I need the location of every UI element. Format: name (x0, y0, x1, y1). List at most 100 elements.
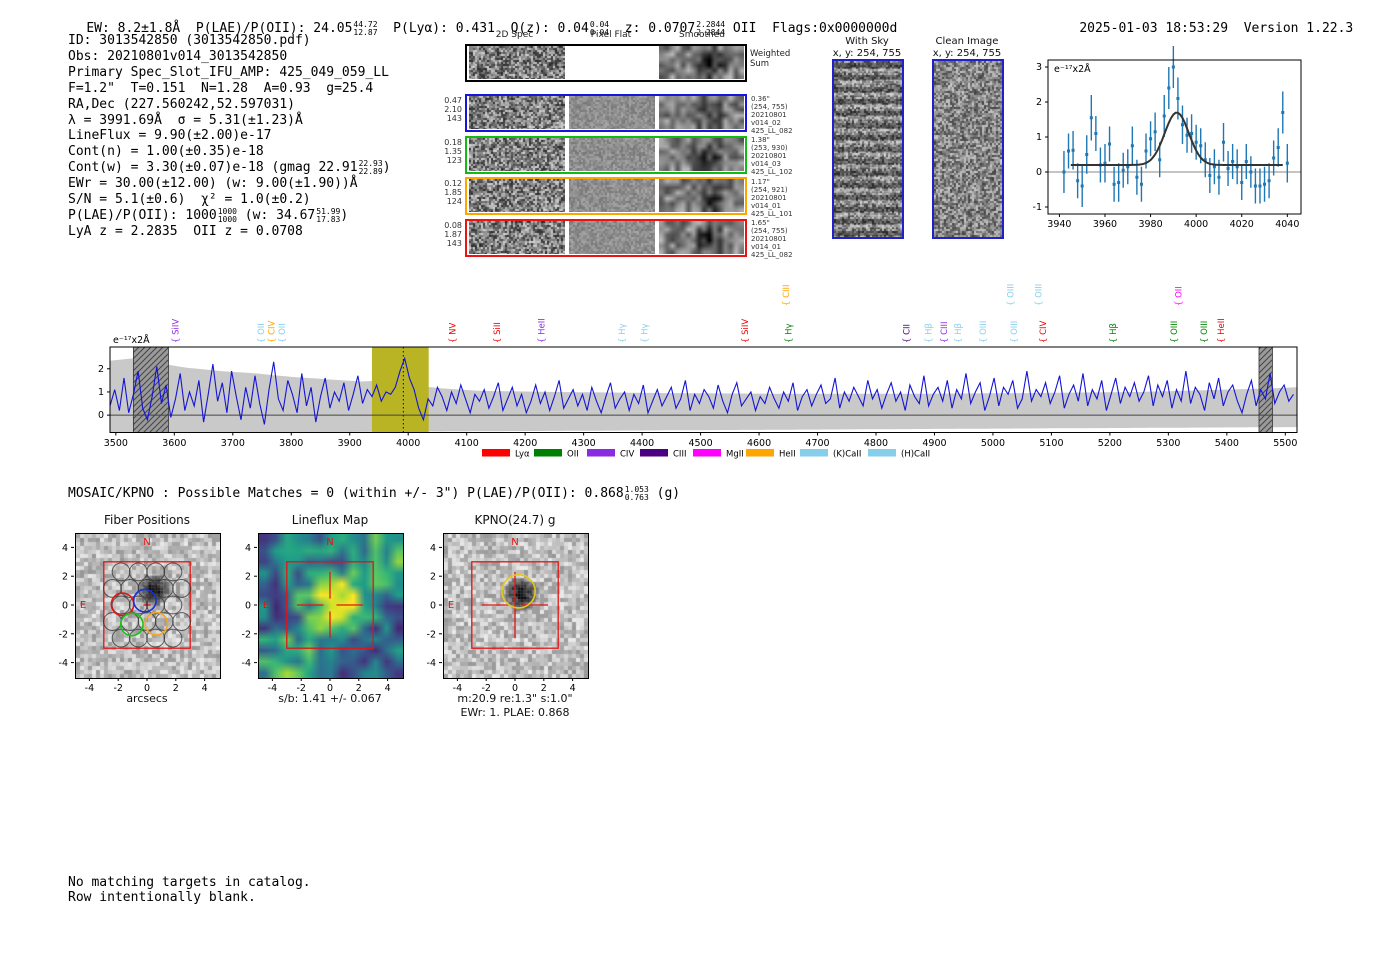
info-line: S/N = 5.1(±0.6) χ² = 1.0(±0.2) (68, 192, 311, 208)
legend-swatch (587, 449, 615, 457)
emission-line-label: { OIII (979, 321, 989, 343)
emission-line-label: { CIII (782, 284, 792, 306)
with-sky-image (832, 59, 904, 239)
svg-text:(K)CaII: (K)CaII (833, 450, 861, 460)
svg-text:CIV: CIV (620, 450, 634, 460)
kpno-g-title: KPNO(24.7) g (474, 513, 556, 527)
report-datetime: 2025-01-03 18:53:29 (1079, 21, 1229, 36)
emission-line-label: { CIV (267, 320, 277, 343)
col-title-pixel-flat: Pixel Flat (590, 30, 632, 40)
image-canvas (659, 96, 744, 129)
emission-line-label: { NV (449, 323, 459, 343)
cutout-right-labels: 0.36" (254, 755) 20210801 v014_02 425_LL_082 (751, 94, 793, 135)
mosaic-match-text: MOSAIC/KPNO : Possible Matches = 0 (with… (68, 485, 681, 502)
emission-line-label: { OIII (1170, 321, 1180, 343)
info-line: RA,Dec (227.560242,52.597031) (68, 96, 295, 112)
with-sky-title: With Sky x, y: 254, 755 (832, 36, 902, 59)
cutout-right-labels: 1.17" (254, 921) 20210801 v014_01 425_LL_101 (751, 177, 793, 218)
emission-line-label: { OIII (1200, 321, 1210, 343)
arcsecs-label: arcsecs (126, 692, 168, 705)
svg-text:2: 2 (98, 364, 104, 375)
image-canvas (834, 61, 902, 237)
svg-text:1: 1 (1036, 132, 1042, 143)
footer-line-1: No matching targets in catalog. (68, 875, 311, 890)
info-line: Obs: 20210801v014_3013542850 (68, 48, 288, 64)
svg-text:4600: 4600 (747, 438, 771, 449)
svg-text:4500: 4500 (688, 438, 712, 449)
weighted-sum-label: Weighted Sum (750, 49, 791, 69)
spectrum-line (109, 356, 1294, 425)
image-canvas (569, 179, 655, 212)
fiber-positions-title: Fiber Positions (103, 513, 191, 527)
svg-text:4020: 4020 (1230, 219, 1254, 230)
svg-text:2: 2 (1036, 97, 1042, 108)
emission-line-label: { CIII (940, 321, 950, 343)
svg-text:CIII: CIII (673, 450, 686, 460)
fiber-cutout-row (465, 135, 747, 174)
svg-text:3980: 3980 (1138, 219, 1162, 230)
svg-text:4900: 4900 (922, 438, 946, 449)
fiber-positions-image (75, 533, 221, 679)
emission-line-label: { OII (1174, 286, 1184, 306)
masked-band (132, 346, 169, 433)
cutout-left-labels: 0.08 1.87 143 (444, 220, 462, 248)
svg-text:3500: 3500 (104, 438, 128, 449)
image-canvas (76, 534, 220, 678)
emission-line-label: { SiII (493, 322, 503, 343)
legend-swatch (800, 449, 828, 457)
svg-text:3940: 3940 (1047, 219, 1071, 230)
svg-text:4300: 4300 (572, 438, 596, 449)
svg-text:4200: 4200 (513, 438, 537, 449)
info-line: Cont(w) = 3.30(±0.07)e-18 (gmag 22.91 22.… (68, 159, 391, 177)
fiber-cutout-row (465, 94, 747, 132)
svg-text:0: 0 (245, 601, 251, 612)
svg-text:e⁻¹⁷x2Å: e⁻¹⁷x2Å (113, 334, 150, 346)
gaussian-fit-curve (1070, 111, 1283, 166)
legend-swatch (746, 449, 774, 457)
clean-image (932, 59, 1004, 239)
legend-swatch (534, 449, 562, 457)
svg-text:-4: -4 (242, 658, 251, 669)
image-canvas (444, 534, 588, 678)
info-line: ID: 3013542850 (3013542850.pdf) (68, 33, 311, 48)
svg-text:4100: 4100 (455, 438, 479, 449)
image-canvas (469, 96, 565, 129)
info-line: Primary Spec_Slot_IFU_AMP: 425_049_059_L… (68, 64, 389, 80)
info-line: λ = 3991.69Å σ = 5.31(±1.23)Å (68, 112, 303, 128)
fiber-cutout-row (465, 177, 747, 215)
svg-text:4400: 4400 (630, 438, 654, 449)
svg-text:3900: 3900 (338, 438, 362, 449)
header-datetime: 2025-01-03 18:53:29 Version 1.22.3 (1048, 6, 1353, 51)
full-spectrum-plot: 3500 3600 3700 3800 3900 4000 4100 4200 4300 4400… (98, 284, 1298, 460)
cutout-left-labels: 0.12 1.85 124 (444, 179, 462, 206)
svg-text:-4: -4 (59, 658, 68, 669)
legend-swatch (868, 449, 896, 457)
svg-text:OII: OII (567, 450, 579, 460)
noise-envelope (110, 358, 1297, 433)
svg-text:2: 2 (430, 572, 436, 583)
svg-text:0: 0 (430, 601, 436, 612)
emission-line-label: { HeII (1217, 318, 1227, 343)
svg-text:2: 2 (62, 572, 68, 583)
emission-line-label: { OIII (1035, 284, 1045, 306)
legend-swatch (693, 449, 721, 457)
svg-text:4: 4 (245, 543, 251, 554)
svg-text:Lyα: Lyα (515, 450, 530, 460)
detection-band (371, 347, 429, 433)
legend-swatch (640, 449, 668, 457)
emission-line-label: { Hβ (954, 323, 964, 343)
svg-text:5300: 5300 (1156, 438, 1180, 449)
svg-text:4040: 4040 (1275, 219, 1299, 230)
emission-line-label: { CII (902, 324, 912, 343)
svg-text:5400: 5400 (1215, 438, 1239, 449)
info-line: P(LAE)/P(OII): 1000 1000 1000 (w: 34.67 51.… (68, 207, 349, 225)
svg-text:5200: 5200 (1098, 438, 1122, 449)
emission-line-label: { Hβ (925, 323, 935, 343)
emission-line-label: { HeII (538, 318, 548, 343)
lineflux-map-title: Lineflux Map (291, 513, 369, 527)
cutout-right-labels: 1.38" (253, 930) 20210801 v014_03 425_LL_102 (751, 136, 793, 176)
emission-line-label: { OII (257, 323, 267, 343)
svg-text:-2: -2 (427, 629, 436, 640)
zoom-errorbars (1062, 46, 1289, 207)
